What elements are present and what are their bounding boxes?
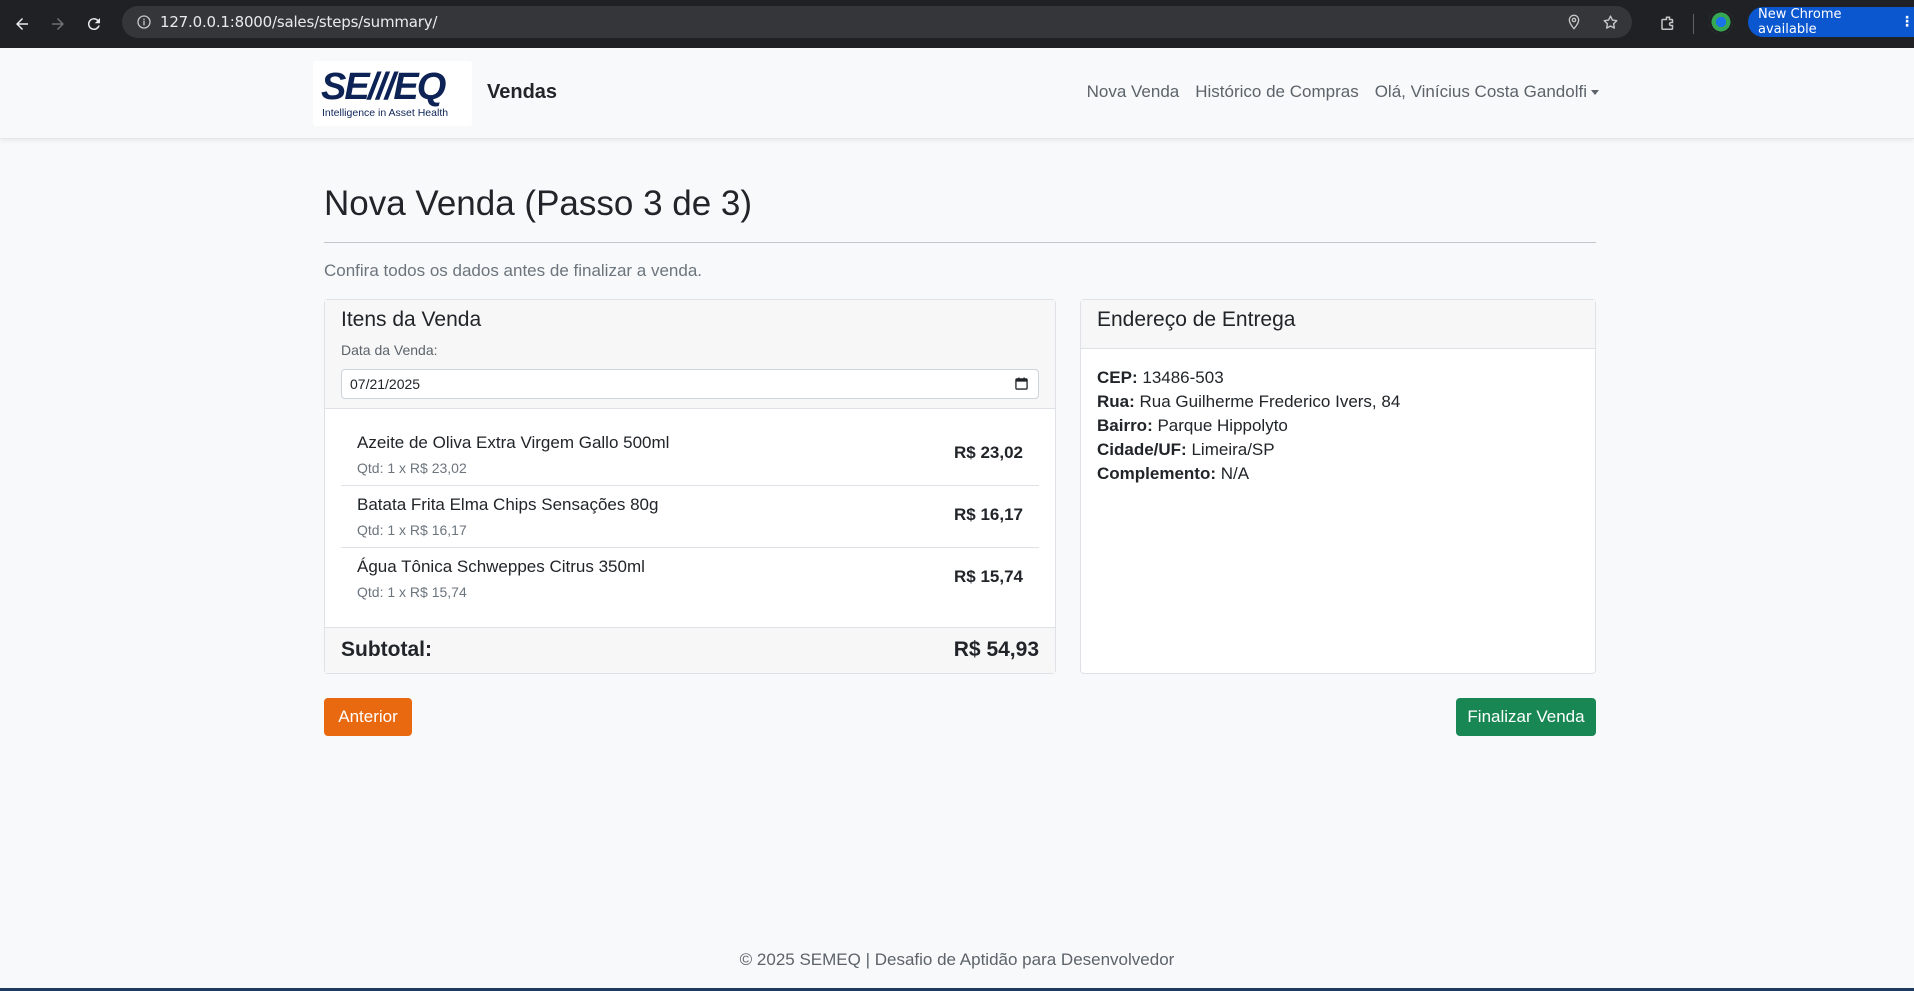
update-label: New Chrome available xyxy=(1758,7,1842,37)
reload-icon[interactable] xyxy=(76,6,112,42)
brand-title[interactable]: Vendas xyxy=(487,81,557,104)
item-name: Azeite de Oliva Extra Virgem Gallo 500ml xyxy=(357,433,670,452)
sale-date-label: Data da Venda: xyxy=(341,342,438,358)
address-complement: Complemento: N/A xyxy=(1097,464,1250,483)
page-lead: Confira todos os dados antes de finaliza… xyxy=(324,261,703,280)
chrome-update-button[interactable]: New Chrome available ⋮ xyxy=(1748,7,1914,37)
previous-button[interactable]: Anterior xyxy=(324,698,412,736)
address-details: CEP: 13486-503 Rua: Rua Guilherme Freder… xyxy=(1097,366,1400,486)
location-icon[interactable] xyxy=(1560,8,1588,36)
item-qty: Qtd: 1 x R$ 16,17 xyxy=(357,522,467,538)
user-greeting: Olá, Vinícius Costa Gandolfi xyxy=(1374,82,1587,101)
item-qty: Qtd: 1 x R$ 23,02 xyxy=(357,460,467,476)
caret-down-icon xyxy=(1591,90,1599,96)
nav-links: Nova Venda Histórico de Compras Olá, Vin… xyxy=(1087,82,1599,102)
address-street: Rua: Rua Guilherme Frederico Ivers, 84 xyxy=(1097,392,1401,411)
item-name: Batata Frita Elma Chips Sensações 80g xyxy=(357,495,659,514)
calendar-icon[interactable] xyxy=(1015,377,1028,390)
profile-avatar-icon[interactable] xyxy=(1709,10,1733,34)
sale-items-card: Itens da Venda Data da Venda: 07/21/2025… xyxy=(324,299,1056,674)
site-info-icon[interactable] xyxy=(128,6,160,38)
address-card-title: Endereço de Entrega xyxy=(1097,308,1296,331)
nav-new-sale[interactable]: Nova Venda xyxy=(1087,82,1180,102)
finish-sale-button[interactable]: Finalizar Venda xyxy=(1456,698,1596,736)
more-menu-icon[interactable]: ⋮ xyxy=(1900,14,1914,30)
bookmark-star-icon[interactable] xyxy=(1596,8,1624,36)
toolbar-divider xyxy=(1693,14,1694,34)
item-price: R$ 15,74 xyxy=(954,567,1023,586)
address-district: Bairro: Parque Hippolyto xyxy=(1097,416,1288,435)
url-text: 127.0.0.1:8000/sales/steps/summary/ xyxy=(160,13,438,31)
forward-icon[interactable] xyxy=(40,6,76,42)
items-card-title: Itens da Venda xyxy=(341,308,482,331)
list-item: Batata Frita Elma Chips Sensações 80g Qt… xyxy=(341,486,1039,548)
user-menu-dropdown[interactable]: Olá, Vinícius Costa Gandolfi xyxy=(1375,82,1599,102)
address-cep: CEP: 13486-503 xyxy=(1097,368,1224,387)
address-card-header: Endereço de Entrega xyxy=(1081,300,1595,349)
title-divider xyxy=(324,242,1596,243)
item-qty: Qtd: 1 x R$ 15,74 xyxy=(357,584,467,600)
logo-mark: SE///EQ xyxy=(321,66,446,108)
delivery-address-card: Endereço de Entrega CEP: 13486-503 Rua: … xyxy=(1080,299,1596,674)
back-icon[interactable] xyxy=(4,6,40,42)
logo-tagline: Intelligence in Asset Health xyxy=(322,107,449,119)
list-item: Azeite de Oliva Extra Virgem Gallo 500ml… xyxy=(341,424,1039,486)
semeq-logo[interactable]: SE///EQ Intelligence in Asset Health xyxy=(313,61,472,126)
extensions-icon[interactable] xyxy=(1654,10,1682,38)
subtotal-label: Subtotal: xyxy=(341,638,432,661)
address-city: Cidade/UF: Limeira/SP xyxy=(1097,440,1275,459)
sale-date-input[interactable]: 07/21/2025 xyxy=(341,369,1039,399)
items-card-header: Itens da Venda Data da Venda: 07/21/2025 xyxy=(325,300,1055,409)
address-bar[interactable]: 127.0.0.1:8000/sales/steps/summary/ xyxy=(122,6,1632,38)
subtotal-row: Subtotal: R$ 54,93 xyxy=(325,627,1055,673)
site-navbar: SE///EQ Intelligence in Asset Health Ven… xyxy=(0,48,1914,139)
subtotal-value: R$ 54,93 xyxy=(953,638,1039,661)
list-item: Água Tônica Schweppes Citrus 350ml Qtd: … xyxy=(341,548,1039,610)
page-title: Nova Venda (Passo 3 de 3) xyxy=(324,184,753,223)
item-price: R$ 16,17 xyxy=(954,505,1023,524)
page-footer: © 2025 SEMEQ | Desafio de Aptidão para D… xyxy=(739,950,1175,969)
browser-toolbar: 127.0.0.1:8000/sales/steps/summary/ New … xyxy=(0,0,1914,48)
sale-date-value: 07/21/2025 xyxy=(350,376,421,392)
item-name: Água Tônica Schweppes Citrus 350ml xyxy=(357,557,645,576)
item-price: R$ 23,02 xyxy=(954,443,1023,462)
nav-history[interactable]: Histórico de Compras xyxy=(1195,82,1358,102)
